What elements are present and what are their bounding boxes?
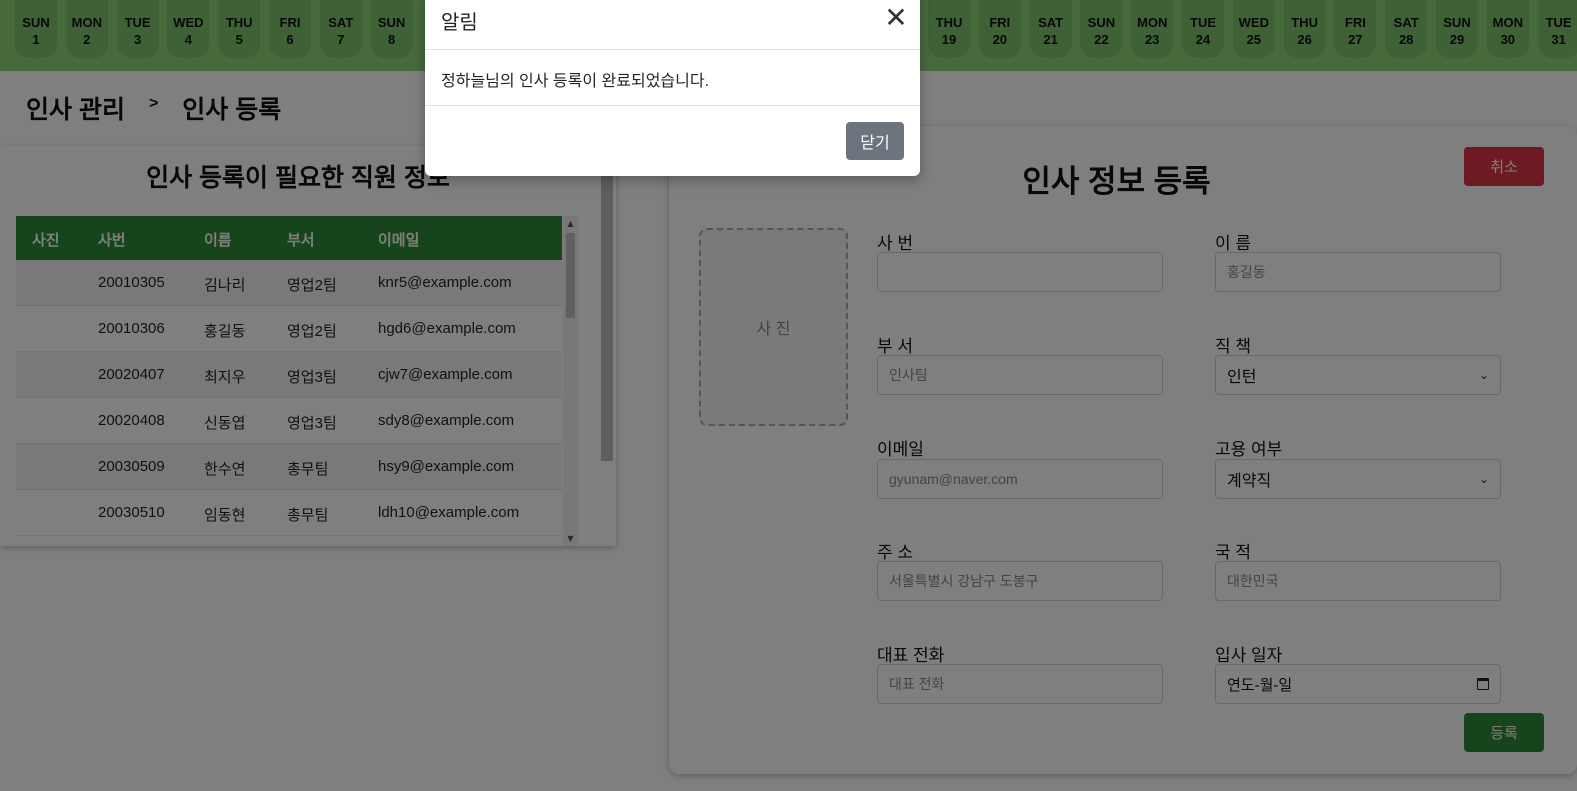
- divider: [425, 105, 920, 106]
- modal-title: 알림: [441, 12, 478, 34]
- modal-close-button[interactable]: 닫기: [846, 122, 904, 160]
- modal-message: 정하늘님의 인사 등록이 완료되었습니다.: [441, 73, 710, 90]
- close-icon[interactable]: ✕: [884, 4, 908, 32]
- divider: [425, 49, 920, 50]
- alert-modal: 알림 ✕ 정하늘님의 인사 등록이 완료되었습니다. 닫기: [425, 0, 920, 176]
